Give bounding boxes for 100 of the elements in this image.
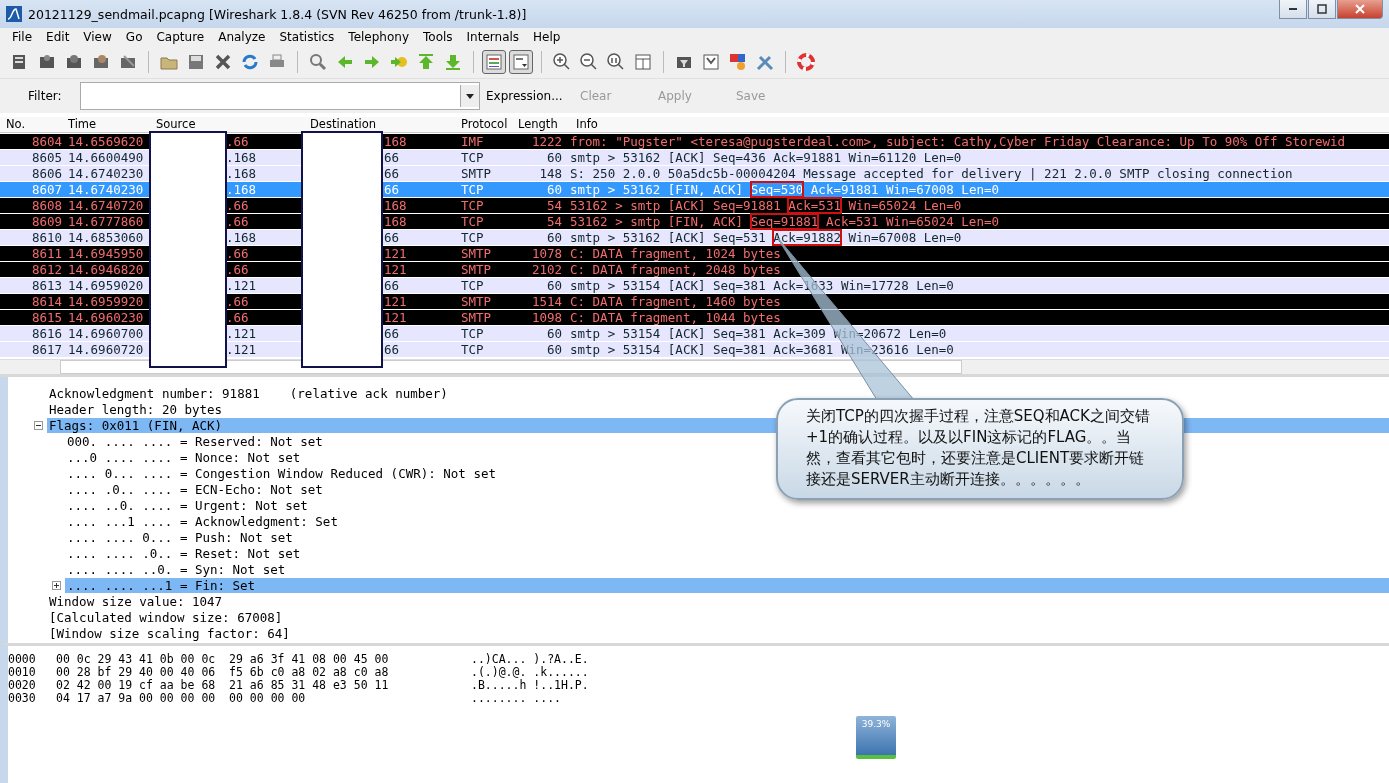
menu-item[interactable]: Edit	[39, 30, 77, 44]
maximize-button[interactable]	[1308, 0, 1336, 19]
column-header[interactable]: Source	[150, 117, 304, 132]
column-header[interactable]: Length	[512, 117, 570, 132]
toolbar-button[interactable]	[482, 50, 506, 74]
ascii-text: .B.....h !..1H.P.	[471, 677, 589, 692]
menu-item[interactable]: Telephony	[341, 30, 416, 44]
hex-offset: 0000	[8, 651, 37, 666]
table-cell-text: 8605	[30, 150, 63, 165]
table-cell-text: 60	[545, 278, 563, 293]
tree-item[interactable]: ...0 .... .... = Nonce: Not set	[65, 449, 303, 465]
horizontal-scrollbar[interactable]	[0, 359, 1389, 374]
checkbox-card-icon	[701, 52, 721, 72]
tree-item[interactable]: .... ..0. .... = Urgent: Not set	[65, 497, 310, 513]
table-cell-text: 8612	[30, 262, 63, 277]
table-cell-text: TCP	[460, 278, 485, 293]
table-cell-text: 60	[545, 182, 563, 197]
table-cell-text: 1514	[530, 294, 563, 309]
table-cell-text: 66	[383, 326, 401, 341]
table-cell-text: TCP	[460, 182, 485, 197]
dropdown-icon	[460, 85, 479, 107]
table-cell-text: .66	[225, 294, 250, 309]
table-cell-text: TCP	[460, 214, 485, 229]
tree-item[interactable]: .... .... ..0. = Syn: Not set	[65, 561, 288, 577]
scroll-list-icon	[511, 52, 531, 72]
tree-item[interactable]: Window size value: 1047	[47, 593, 225, 609]
tree-item[interactable]: .... .... ...1 = Fin: Set	[65, 577, 1389, 593]
table-cell-text: S: 250 2.0.0 50a5dc5b-00004204 Message accepted for delivery | 221 2.0.0 SMTP closing connection	[570, 166, 1294, 181]
menu-item[interactable]: Capture	[149, 30, 212, 44]
table-cell-text: 14.6740230	[67, 166, 145, 181]
tree-item[interactable]: Acknowledgment number: 91881 (relative ack number)	[47, 385, 450, 401]
table-cell-text: 8613	[30, 278, 63, 293]
table-cell-text: TCP	[460, 342, 485, 357]
table-cell-text: TCP	[460, 198, 485, 213]
lifebuoy-icon	[796, 52, 816, 72]
tree-item[interactable]: 000. .... .... = Reserved: Not set	[65, 433, 325, 449]
table-cell-text: .66	[225, 246, 250, 261]
table-cell-text: 8614	[30, 294, 63, 309]
column-header[interactable]: Info	[570, 117, 1389, 132]
menu-item[interactable]: Statistics	[272, 30, 342, 44]
annotation-tooltip: 关闭TCP的四次握手过程，注意SEQ和ACK之间交错+1的确认过程。以及以FIN这标记的FLAG。。当然，查看其它包时，还要注意是CLIENT要求断开链接还是SERVER主动断开连接。。。。。。	[776, 398, 1184, 500]
column-header[interactable]: Time	[64, 117, 150, 132]
column-header[interactable]: Destination	[304, 117, 457, 132]
table-cell-text: 60	[545, 150, 563, 165]
hex-bytes: 02 42 00 19 cf aa be 68 21 a6 85 31 48 e3 50 11	[56, 677, 390, 692]
table-cell-text: C: DATA fragment, 2048 bytes	[570, 262, 782, 277]
palette-hand-icon	[728, 52, 748, 72]
menu-item[interactable]: Tools	[416, 30, 460, 44]
resize-columns-icon	[633, 52, 653, 72]
tree-item[interactable]: .... ...1 .... = Acknowledgment: Set	[65, 513, 340, 529]
menu-item[interactable]: Go	[118, 30, 150, 44]
hex-bytes: 00 0c 29 43 41 0b 00 0c 29 a6 3f 41 08 00 45 00	[56, 651, 390, 666]
tree-item[interactable]: [Calculated window size: 67008]	[47, 609, 285, 625]
filter-field[interactable]	[80, 82, 480, 110]
toolbar-button[interactable]	[794, 50, 818, 74]
table-cell-text: 8604	[30, 134, 63, 149]
table-cell-text: 14.6946820	[67, 262, 145, 277]
table-cell-text: 8608	[30, 198, 63, 213]
table-cell-text: 8609	[30, 214, 63, 229]
expander-icon[interactable]	[34, 420, 43, 430]
table-cell-text: 66	[383, 230, 401, 245]
table-cell-text: SMTP	[460, 246, 493, 261]
column-header[interactable]: No.	[0, 117, 64, 132]
tree-item[interactable]: .... .... .0.. = Reset: Not set	[65, 545, 303, 561]
table-cell-text: 60	[545, 230, 563, 245]
table-cell-text: 8615	[30, 310, 63, 325]
table-cell-text: 168	[383, 134, 408, 149]
table-cell-text: smtp > 53154 [ACK] Seq=381 Ack=3681 Win=23616 Len=0	[570, 342, 955, 357]
table-cell-text: 8617	[30, 342, 63, 357]
table-cell-text: 54	[545, 198, 563, 213]
close-button[interactable]	[1337, 0, 1383, 19]
table-cell-text: .121	[225, 326, 258, 341]
table-cell-text: 14.6945950	[67, 246, 145, 261]
filter-label: Filter:	[28, 89, 63, 103]
column-header[interactable]: Protocol	[457, 117, 512, 132]
table-cell-text: 168	[383, 198, 408, 213]
table-cell-text: 66	[383, 166, 401, 181]
table-cell-text: IMF	[460, 134, 485, 149]
table-cell-text: .168	[225, 230, 258, 245]
menu-item[interactable]: View	[76, 30, 119, 44]
menu-item[interactable]: Internals	[459, 30, 527, 44]
minimize-button[interactable]	[1279, 0, 1307, 19]
tree-item[interactable]: .... .... 0... = Push: Not set	[65, 529, 295, 545]
table-cell-text: 53162 > smtp [ACK] Seq=91881 Ack=531 Win=65024 Len=0	[570, 198, 963, 213]
toolbar-button[interactable]	[509, 50, 533, 74]
expander-icon[interactable]	[52, 580, 61, 590]
menu-item[interactable]: Analyze	[211, 30, 273, 44]
menu-item[interactable]: File	[5, 30, 40, 44]
filter-button[interactable]: Expression...	[484, 85, 574, 107]
tree-item[interactable]: .... .0.. .... = ECN-Echo: Not set	[65, 481, 325, 497]
hex-offset: 0010	[8, 664, 37, 679]
up-arrow-icon	[416, 52, 436, 72]
table-cell-text: .168	[225, 150, 258, 165]
menu-item[interactable]: Help	[526, 30, 568, 44]
tree-item[interactable]: Header length: 20 bytes	[47, 401, 225, 417]
tree-item[interactable]: [Window size scaling factor: 64]	[47, 625, 292, 641]
tree-item[interactable]: .... 0... .... = Congestion Window Reduced (CWR): Not set	[65, 465, 498, 481]
table-cell-text: 14.6600490	[67, 150, 145, 165]
ascii-text: ........ ....	[471, 690, 561, 705]
table-cell-text: 8616	[30, 326, 63, 341]
